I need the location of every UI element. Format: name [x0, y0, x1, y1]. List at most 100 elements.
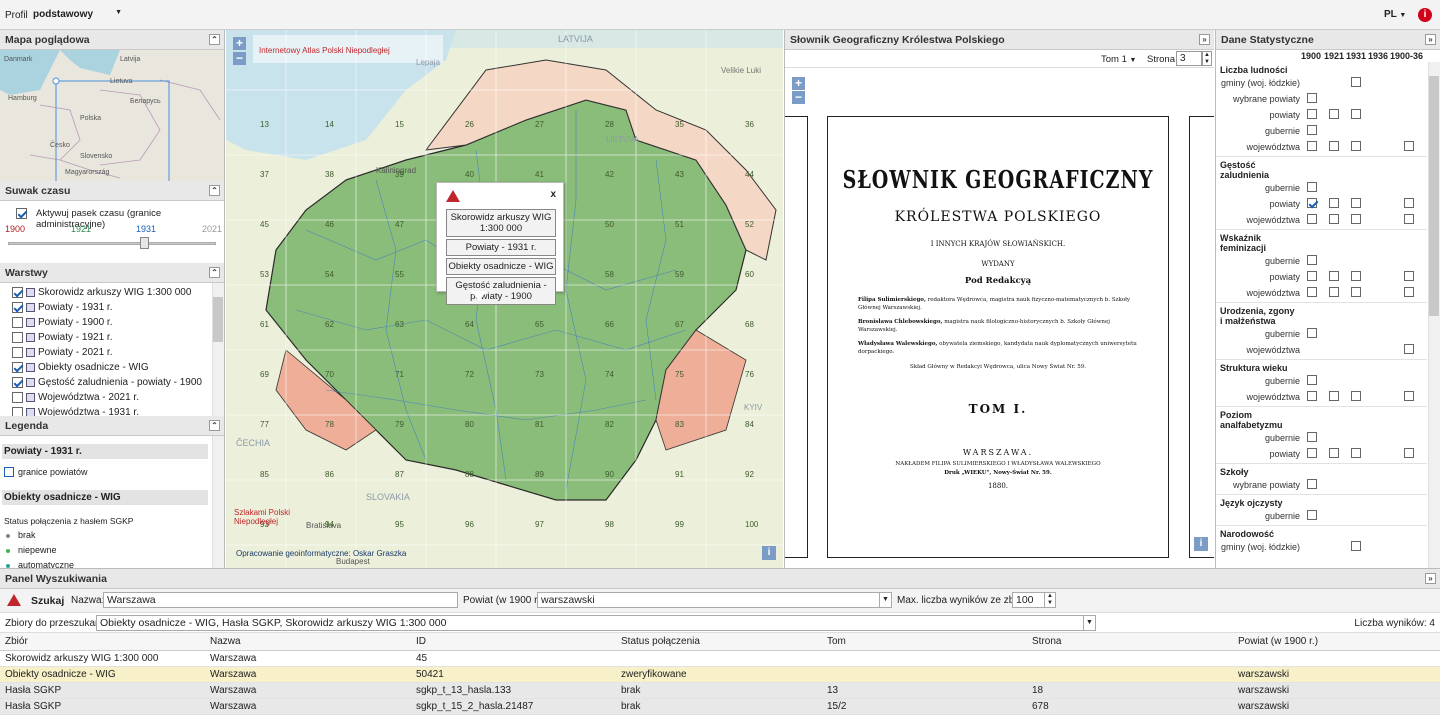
sgkp-viewer[interactable]: + − SŁOWNIK GEOGRAFICZNY KRÓLESTWA POLSK… [785, 68, 1214, 566]
stats-checkbox[interactable] [1307, 214, 1317, 224]
stats-checkbox[interactable] [1307, 510, 1317, 520]
profile-select[interactable]: podstawowy ▼ [33, 9, 128, 20]
main-map[interactable]: + − Internetowy Atlas Polski Niepodległe… [226, 30, 783, 568]
layer-checkbox[interactable] [12, 361, 23, 373]
layer-checkbox[interactable] [12, 286, 23, 298]
search-button[interactable]: Szukaj [31, 595, 64, 607]
column-header[interactable]: Strona [1032, 633, 1061, 651]
stats-checkbox[interactable] [1329, 109, 1339, 119]
stats-checkbox[interactable] [1329, 141, 1339, 151]
stats-checkbox[interactable] [1307, 125, 1317, 135]
layer-checkbox[interactable] [12, 301, 23, 313]
stats-checkbox[interactable] [1329, 214, 1339, 224]
column-header[interactable]: Powiat (w 1900 r.) [1238, 633, 1318, 651]
strona-stepper[interactable]: ▲ ▼ [1202, 51, 1212, 66]
stats-checkbox[interactable] [1351, 448, 1361, 458]
stats-checkbox[interactable] [1351, 109, 1361, 119]
stats-checkbox[interactable] [1307, 198, 1317, 208]
stats-checkbox[interactable] [1329, 271, 1339, 281]
stats-checkbox[interactable] [1351, 77, 1361, 87]
stats-checkbox[interactable] [1404, 214, 1414, 224]
popup-layer-button[interactable]: Skorowidz arkuszy WIG 1:300 000 [446, 209, 556, 237]
table-row[interactable]: Hasła SGKP Warszawa sgkp_t_15_2_hasla.2148… [0, 699, 1440, 715]
layer-item[interactable]: Województwa - 2021 r. [0, 390, 224, 405]
viewer-zoom-in[interactable]: + [792, 77, 805, 90]
column-header[interactable]: Nazwa [210, 633, 241, 651]
name-input[interactable]: Warszawa [103, 592, 458, 608]
stats-checkbox[interactable] [1307, 432, 1317, 442]
tom-select[interactable]: Tom 1 ▼ [1101, 54, 1136, 65]
stats-checkbox[interactable] [1307, 93, 1317, 103]
expand-icon[interactable]: » [1199, 34, 1210, 45]
column-header[interactable]: Tom [827, 633, 846, 651]
timeslider-handle[interactable] [140, 237, 149, 249]
strona-input[interactable]: 3 [1176, 51, 1202, 66]
column-header[interactable]: Status połączenia [621, 633, 700, 651]
collapse-icon[interactable]: ⌃ [209, 34, 220, 45]
stats-checkbox[interactable] [1351, 391, 1361, 401]
layer-checkbox[interactable] [12, 376, 23, 388]
popup-layer-button[interactable]: Gęstość zaludnienia - powiaty - 1900 [446, 277, 556, 305]
scroll-thumb[interactable] [1429, 76, 1439, 316]
layer-checkbox[interactable] [12, 346, 23, 358]
stats-checkbox[interactable] [1307, 328, 1317, 338]
stats-checkbox[interactable] [1404, 287, 1414, 297]
stats-checkbox[interactable] [1307, 109, 1317, 119]
timeslider-track[interactable] [8, 242, 216, 245]
collapse-icon[interactable]: ⌃ [209, 185, 220, 196]
stats-checkbox[interactable] [1307, 391, 1317, 401]
viewer-zoom-out[interactable]: − [792, 91, 805, 104]
layer-item[interactable]: Województwa - 1931 r. [0, 405, 224, 416]
stats-checkbox[interactable] [1329, 391, 1339, 401]
stats-checkbox[interactable] [1404, 271, 1414, 281]
zbiory-select[interactable]: Obiekty osadnicze - WIG, Hasła SGKP, Sko… [96, 615, 1096, 631]
stats-checkbox[interactable] [1404, 448, 1414, 458]
layer-item[interactable]: Powiaty - 1931 r. [0, 300, 224, 315]
popup-layer-button[interactable]: Powiaty - 1931 r. [446, 239, 556, 256]
stats-checkbox[interactable] [1307, 287, 1317, 297]
powiat-select[interactable]: warszawski ▼ [537, 592, 892, 608]
layer-item[interactable]: Powiaty - 1921 r. [0, 330, 224, 345]
stats-checkbox[interactable] [1307, 271, 1317, 281]
layer-checkbox[interactable] [12, 406, 23, 416]
table-row[interactable]: Hasła SGKP Warszawa sgkp_t_13_hasla.133 bra… [0, 683, 1440, 699]
max-input[interactable]: 100 [1012, 592, 1045, 608]
stats-checkbox[interactable] [1351, 214, 1361, 224]
layer-checkbox[interactable] [12, 331, 23, 343]
stats-checkbox[interactable] [1351, 271, 1361, 281]
column-header[interactable]: Zbiór [5, 633, 28, 651]
column-header[interactable]: ID [416, 633, 426, 651]
collapse-icon[interactable]: ⌃ [209, 420, 220, 431]
stats-checkbox[interactable] [1329, 287, 1339, 297]
layer-item[interactable]: Powiaty - 2021 r. [0, 345, 224, 360]
collapse-icon[interactable]: » [1425, 573, 1436, 584]
collapse-icon[interactable]: ⌃ [209, 267, 220, 278]
close-icon[interactable]: x [550, 189, 556, 200]
layer-checkbox[interactable] [12, 391, 23, 403]
stats-checkbox[interactable] [1404, 391, 1414, 401]
layer-checkbox[interactable] [12, 316, 23, 328]
stats-checkbox[interactable] [1329, 448, 1339, 458]
table-row[interactable]: Skorowidz arkuszy WIG 1:300 000 Warszawa 4… [0, 651, 1440, 667]
stats-checkbox[interactable] [1307, 375, 1317, 385]
popup-layer-button[interactable]: Obiekty osadnicze - WIG [446, 258, 556, 275]
overview-map[interactable]: Danmark Latvija Lietuva Hamburg Беларусь… [0, 50, 224, 181]
stats-checkbox[interactable] [1404, 344, 1414, 354]
max-stepper[interactable]: ▲ ▼ [1044, 592, 1056, 608]
zoom-out-button[interactable]: − [233, 52, 246, 65]
layer-item[interactable]: Skorowidz arkuszy WIG 1:300 000 [0, 285, 224, 300]
stats-checkbox[interactable] [1351, 198, 1361, 208]
stats-checkbox[interactable] [1307, 141, 1317, 151]
expand-icon[interactable]: » [1425, 34, 1436, 45]
layer-item[interactable]: Powiaty - 1900 r. [0, 315, 224, 330]
viewer-info-icon[interactable]: i [1194, 537, 1208, 551]
stats-checkbox[interactable] [1351, 141, 1361, 151]
language-select[interactable]: PL ▼ [1384, 9, 1406, 20]
stats-checkbox[interactable] [1404, 141, 1414, 151]
stats-checkbox[interactable] [1329, 198, 1339, 208]
layer-item[interactable]: Gęstość zaludnienia - powiaty - 1900 [0, 375, 224, 390]
stats-checkbox[interactable] [1307, 479, 1317, 489]
stats-checkbox[interactable] [1307, 448, 1317, 458]
scroll-thumb[interactable] [213, 297, 223, 342]
map-info-icon[interactable]: i [762, 546, 776, 560]
